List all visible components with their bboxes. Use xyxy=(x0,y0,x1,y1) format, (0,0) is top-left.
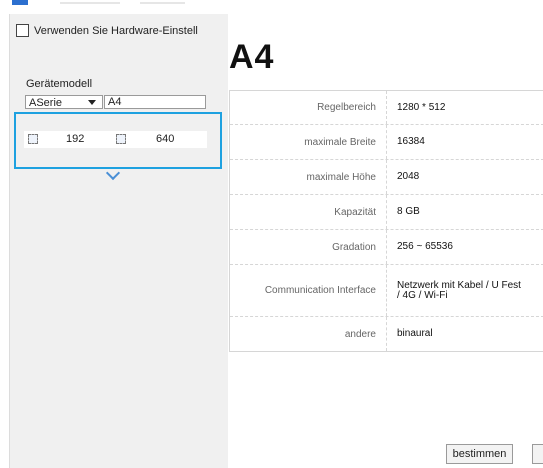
spec-row: andere binaural xyxy=(230,317,543,351)
device-model-label: Gerätemodell xyxy=(26,78,93,90)
dimension-row: 192 640 xyxy=(24,131,207,148)
title-fragment xyxy=(140,2,185,4)
width-icon xyxy=(28,134,38,144)
use-hardware-label: Verwenden Sie Hardware-Einstell xyxy=(34,24,198,37)
spec-value: 8 GB xyxy=(397,206,420,217)
product-title: A4 xyxy=(229,38,275,76)
spec-label: Gradation xyxy=(332,241,376,253)
spec-value: 256 ~ 65536 xyxy=(397,241,453,252)
width-value[interactable]: 192 xyxy=(66,133,84,145)
series-select[interactable]: ASerie xyxy=(25,95,103,109)
spec-row: Regelbereich 1280 * 512 xyxy=(230,91,543,125)
spec-label: Regelbereich xyxy=(317,102,376,113)
secondary-button[interactable] xyxy=(532,444,543,464)
window-top-strip xyxy=(0,0,543,14)
spec-value: 2048 xyxy=(397,171,420,182)
height-value[interactable]: 640 xyxy=(156,133,174,145)
spec-row: Gradation 256 ~ 65536 xyxy=(230,230,543,265)
chevron-down-icon[interactable] xyxy=(88,100,96,105)
spec-label: Kapazität xyxy=(334,206,376,218)
spec-value: 1280 * 512 xyxy=(397,101,446,113)
spec-label: maximale Breite xyxy=(304,136,376,148)
title-fragment xyxy=(60,2,120,4)
spec-value: 16384 xyxy=(397,136,425,147)
spec-value: Netzwerk mit Kabel / U Fest / 4G / Wi-Fi xyxy=(397,279,521,301)
confirm-button[interactable]: bestimmen xyxy=(446,444,513,464)
window-title-icon xyxy=(12,0,28,5)
use-hardware-checkbox[interactable]: Verwenden Sie Hardware-Einstell xyxy=(16,24,198,37)
spec-row: Communication Interface Netzwerk mit Kabe… xyxy=(230,265,543,317)
dimension-highlight-box: 192 640 xyxy=(14,112,222,169)
height-icon xyxy=(116,134,126,144)
spec-label: Communication Interface xyxy=(264,285,376,296)
spec-label: maximale Höhe xyxy=(306,171,376,183)
spec-row: Kapazität 8 GB xyxy=(230,195,543,230)
spec-label: andere xyxy=(344,328,376,340)
spec-row: maximale Breite 16384 xyxy=(230,125,543,160)
series-select-value: ASerie xyxy=(29,97,63,109)
spec-value: binaural xyxy=(397,328,433,339)
spec-row: maximale Höhe 2048 xyxy=(230,160,543,195)
checkbox-box[interactable] xyxy=(16,24,29,37)
spec-table: Regelbereich 1280 * 512 maximale Breite 163… xyxy=(229,90,543,352)
model-input[interactable]: A4 xyxy=(104,95,206,109)
